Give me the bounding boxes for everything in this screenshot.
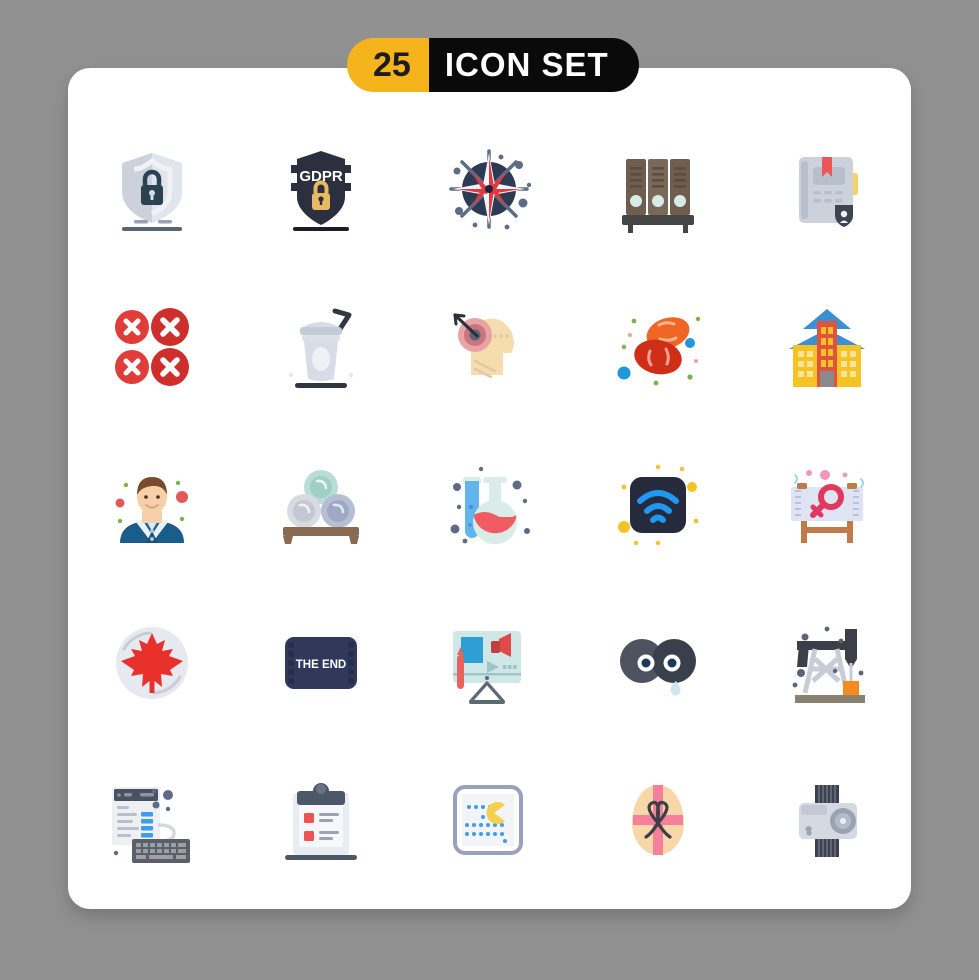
blood-cells-icon xyxy=(617,316,701,386)
icon-cell-2[interactable]: GDPR xyxy=(237,110,406,268)
web-coding-keyboard-icon xyxy=(112,787,191,863)
icon-cell-21[interactable] xyxy=(68,742,237,900)
compass-rose-icon xyxy=(449,149,532,230)
error-crosses-icon xyxy=(115,308,190,386)
canada-maple-leaf-icon xyxy=(116,627,189,699)
icon-cell-24[interactable] xyxy=(574,742,743,900)
head-target-arrow-icon xyxy=(453,313,515,379)
clipboard-checklist-icon xyxy=(284,783,357,860)
video-marketing-icon xyxy=(453,631,522,704)
icon-count-label: 25 xyxy=(347,38,429,92)
icon-cell-20[interactable] xyxy=(742,584,911,742)
shield-lock-icon xyxy=(122,153,183,231)
icon-cell-17[interactable]: THE END xyxy=(237,584,406,742)
icon-cell-10[interactable] xyxy=(742,268,911,426)
icon-cell-14[interactable] xyxy=(574,426,743,584)
icon-cell-23[interactable] xyxy=(405,742,574,900)
notebook-bookmark-icon xyxy=(798,157,858,227)
icon-set-title: ICON SET xyxy=(428,38,639,92)
icon-cell-19[interactable] xyxy=(574,584,743,742)
gender-sign-board-icon xyxy=(790,470,864,543)
action-camera-icon xyxy=(798,785,857,857)
icon-cell-6[interactable] xyxy=(68,268,237,426)
businessman-avatar-icon xyxy=(115,477,189,543)
binder-folders-icon xyxy=(622,159,695,233)
gdpr-shield-icon: GDPR xyxy=(290,151,351,231)
icon-cell-16[interactable] xyxy=(68,584,237,742)
wifi-signal-icon xyxy=(618,464,699,546)
icon-cell-8[interactable] xyxy=(405,268,574,426)
icon-cell-12[interactable] xyxy=(237,426,406,584)
apartment-building-icon xyxy=(788,309,865,387)
the-end-text: THE END xyxy=(296,659,346,671)
icon-cell-22[interactable] xyxy=(237,742,406,900)
icon-cell-13[interactable] xyxy=(405,426,574,584)
icon-cell-11[interactable] xyxy=(68,426,237,584)
screenshot-stage: 25 ICON SET GDPR THE END xyxy=(0,0,979,980)
oil-pump-jack-icon xyxy=(792,626,865,703)
arcade-game-screen-icon xyxy=(453,785,524,855)
icon-cell-4[interactable] xyxy=(574,110,743,268)
stacked-plates-icon xyxy=(282,470,359,544)
smoothie-cup-icon xyxy=(288,308,354,388)
icon-cell-1[interactable] xyxy=(68,110,237,268)
icon-grid: GDPR THE END xyxy=(68,110,911,900)
icon-cell-7[interactable] xyxy=(237,268,406,426)
icon-cell-15[interactable] xyxy=(742,426,911,584)
lab-flask-tube-icon xyxy=(450,466,531,545)
easter-egg-ribbon-icon xyxy=(632,785,685,855)
icon-cell-9[interactable] xyxy=(574,268,743,426)
icon-cell-5[interactable] xyxy=(742,110,911,268)
binoculars-tear-icon xyxy=(620,639,697,696)
header-badge: 25 ICON SET xyxy=(347,38,639,92)
icon-cell-3[interactable] xyxy=(405,110,574,268)
icon-cell-18[interactable] xyxy=(405,584,574,742)
icon-cell-25[interactable] xyxy=(742,742,911,900)
the-end-film-icon: THE END xyxy=(284,637,357,689)
